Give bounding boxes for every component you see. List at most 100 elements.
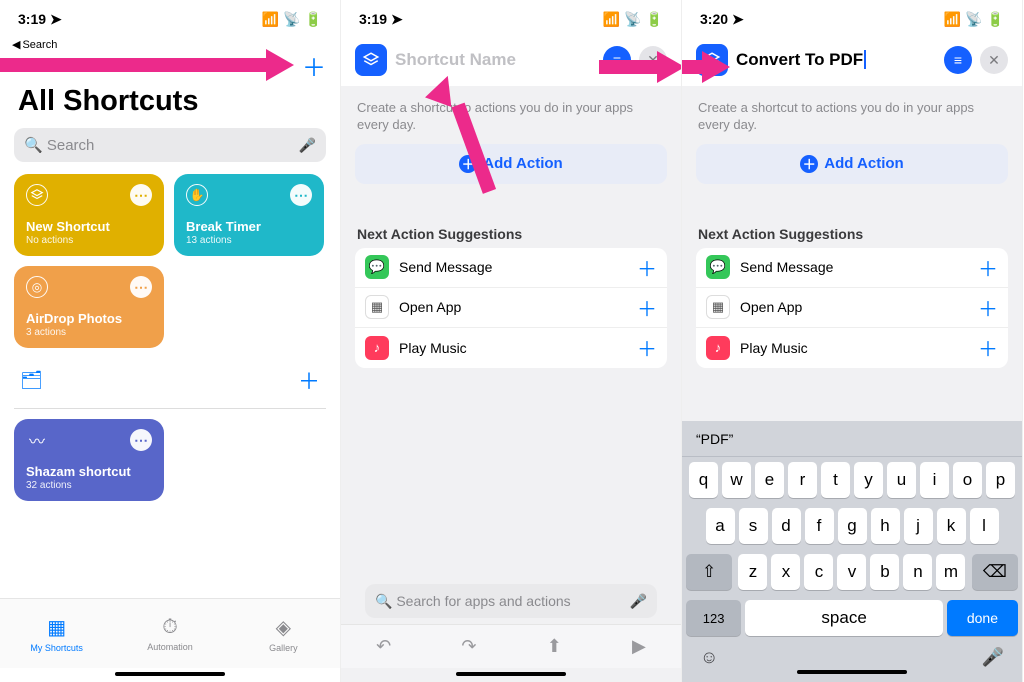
- done-key[interactable]: done: [947, 600, 1018, 636]
- back-to-search[interactable]: ◀ Search: [0, 38, 340, 55]
- location-icon: ➤: [50, 11, 62, 28]
- suggestion-play-music[interactable]: ♪Play Music＋: [355, 328, 667, 368]
- add-icon[interactable]: ＋: [637, 253, 657, 282]
- home-indicator[interactable]: [456, 672, 566, 676]
- add-action-button[interactable]: ＋ Add Action: [355, 144, 667, 184]
- backspace-key[interactable]: ⌫: [972, 554, 1018, 590]
- letter-key-s[interactable]: s: [739, 508, 768, 544]
- shortcut-card-airdrop-photos[interactable]: ◎ ⋯ AirDrop Photos3 actions: [14, 266, 164, 348]
- letter-key-a[interactable]: a: [706, 508, 735, 544]
- shortcut-card-new-shortcut[interactable]: ⋯ New ShortcutNo actions: [14, 174, 164, 256]
- letter-key-k[interactable]: k: [937, 508, 966, 544]
- card-more-icon[interactable]: ⋯: [130, 184, 152, 206]
- keyboard-suggestion[interactable]: “PDF”: [682, 421, 1022, 457]
- undo-button[interactable]: ↶: [376, 636, 391, 657]
- shortcut-card-shazam[interactable]: 〰 ⋯ Shazam shortcut32 actions: [14, 419, 164, 501]
- gallery-icon: ◈: [276, 615, 291, 640]
- letter-key-w[interactable]: w: [722, 462, 751, 498]
- letter-key-n[interactable]: n: [903, 554, 932, 590]
- status-bar: 3:19 ➤ 📶 📡 🔋: [0, 0, 340, 38]
- keyboard-row: qwertyuiop: [682, 457, 1022, 503]
- letter-key-u[interactable]: u: [887, 462, 916, 498]
- add-icon[interactable]: ＋: [978, 293, 998, 322]
- folder-add-button[interactable]: ＋: [298, 364, 320, 396]
- add-icon[interactable]: ＋: [637, 293, 657, 322]
- suggestion-send-message[interactable]: 💬Send Message＋: [696, 248, 1008, 288]
- suggestion-play-music[interactable]: ♪Play Music＋: [696, 328, 1008, 368]
- wifi-icon: 📡: [283, 11, 300, 28]
- suggestion-open-app[interactable]: ▦Open App＋: [355, 288, 667, 328]
- letter-key-o[interactable]: o: [953, 462, 982, 498]
- shortcut-app-icon[interactable]: [355, 44, 387, 76]
- tab-gallery[interactable]: ◈Gallery: [227, 599, 340, 668]
- shortcut-name-input[interactable]: Shortcut Name: [395, 50, 595, 70]
- editor-header: Shortcut Name ≡ ✕: [341, 38, 681, 86]
- letter-key-q[interactable]: q: [689, 462, 718, 498]
- share-button[interactable]: ⬆︎: [547, 636, 562, 657]
- folder-icon[interactable]: 🗂: [20, 370, 43, 391]
- add-action-button[interactable]: ＋ Add Action: [696, 144, 1008, 184]
- home-indicator[interactable]: [115, 672, 225, 676]
- settings-button[interactable]: ≡: [603, 46, 631, 74]
- letter-key-f[interactable]: f: [805, 508, 834, 544]
- shortcut-name-input[interactable]: Convert To PDF: [736, 50, 936, 70]
- letter-key-z[interactable]: z: [738, 554, 767, 590]
- add-icon[interactable]: ＋: [978, 253, 998, 282]
- card-more-icon[interactable]: ⋯: [130, 429, 152, 451]
- location-icon: ➤: [391, 11, 403, 28]
- emoji-key[interactable]: ☺: [700, 647, 718, 668]
- card-more-icon[interactable]: ⋯: [290, 184, 312, 206]
- tab-automation[interactable]: ⏱Automation: [113, 599, 226, 668]
- close-button[interactable]: ✕: [980, 46, 1008, 74]
- folder-row: 🗂 ＋: [0, 348, 340, 402]
- letter-key-t[interactable]: t: [821, 462, 850, 498]
- letter-key-i[interactable]: i: [920, 462, 949, 498]
- suggestion-open-app[interactable]: ▦Open App＋: [696, 288, 1008, 328]
- home-indicator[interactable]: [797, 670, 907, 674]
- status-time: 3:20: [700, 11, 728, 27]
- shift-key[interactable]: ⇧: [686, 554, 732, 590]
- action-search-input[interactable]: 🔍 Search for apps and actions 🎤: [365, 584, 657, 618]
- close-button[interactable]: ✕: [639, 46, 667, 74]
- dictate-icon[interactable]: 🎤: [299, 137, 316, 154]
- letter-key-e[interactable]: e: [755, 462, 784, 498]
- letter-key-v[interactable]: v: [837, 554, 866, 590]
- letter-key-j[interactable]: j: [904, 508, 933, 544]
- letter-key-d[interactable]: d: [772, 508, 801, 544]
- letter-key-y[interactable]: y: [854, 462, 883, 498]
- letter-key-l[interactable]: l: [970, 508, 999, 544]
- space-key[interactable]: space: [745, 600, 943, 636]
- letter-key-g[interactable]: g: [838, 508, 867, 544]
- play-button[interactable]: ▶: [632, 636, 646, 657]
- battery-icon: 🔋: [646, 11, 663, 28]
- suggestion-send-message[interactable]: 💬Send Message＋: [355, 248, 667, 288]
- letter-key-r[interactable]: r: [788, 462, 817, 498]
- tab-my-shortcuts[interactable]: ▦My Shortcuts: [0, 599, 113, 668]
- tab-bar: ▦My Shortcuts ⏱Automation ◈Gallery: [0, 598, 340, 668]
- status-bar: 3:20➤ 📶📡🔋: [682, 0, 1022, 38]
- letter-key-m[interactable]: m: [936, 554, 965, 590]
- letter-key-h[interactable]: h: [871, 508, 900, 544]
- letter-key-p[interactable]: p: [986, 462, 1015, 498]
- letter-key-x[interactable]: x: [771, 554, 800, 590]
- new-shortcut-plus-button[interactable]: ＋: [302, 57, 326, 81]
- numbers-key[interactable]: 123: [686, 600, 741, 636]
- plus-circle-icon: ＋: [459, 155, 477, 173]
- dictate-icon[interactable]: 🎤: [630, 593, 647, 610]
- letter-key-b[interactable]: b: [870, 554, 899, 590]
- shortcut-card-break-timer[interactable]: ✋ ⋯ Break Timer13 actions: [174, 174, 324, 256]
- redo-button[interactable]: ↷: [461, 636, 476, 657]
- suggestions-header: Next Action Suggestions: [696, 214, 1008, 248]
- wifi-icon: 📡: [965, 11, 982, 28]
- shortcut-app-icon[interactable]: [696, 44, 728, 76]
- settings-button[interactable]: ≡: [944, 46, 972, 74]
- add-icon[interactable]: ＋: [637, 333, 657, 362]
- search-input[interactable]: 🔍 Search 🎤: [14, 128, 326, 162]
- battery-icon: 🔋: [987, 11, 1004, 28]
- search-icon: 🔍: [375, 593, 392, 610]
- card-more-icon[interactable]: ⋯: [130, 276, 152, 298]
- dictate-key[interactable]: 🎤: [982, 647, 1004, 668]
- letter-key-c[interactable]: c: [804, 554, 833, 590]
- add-icon[interactable]: ＋: [978, 333, 998, 362]
- battery-icon: 🔋: [305, 11, 322, 28]
